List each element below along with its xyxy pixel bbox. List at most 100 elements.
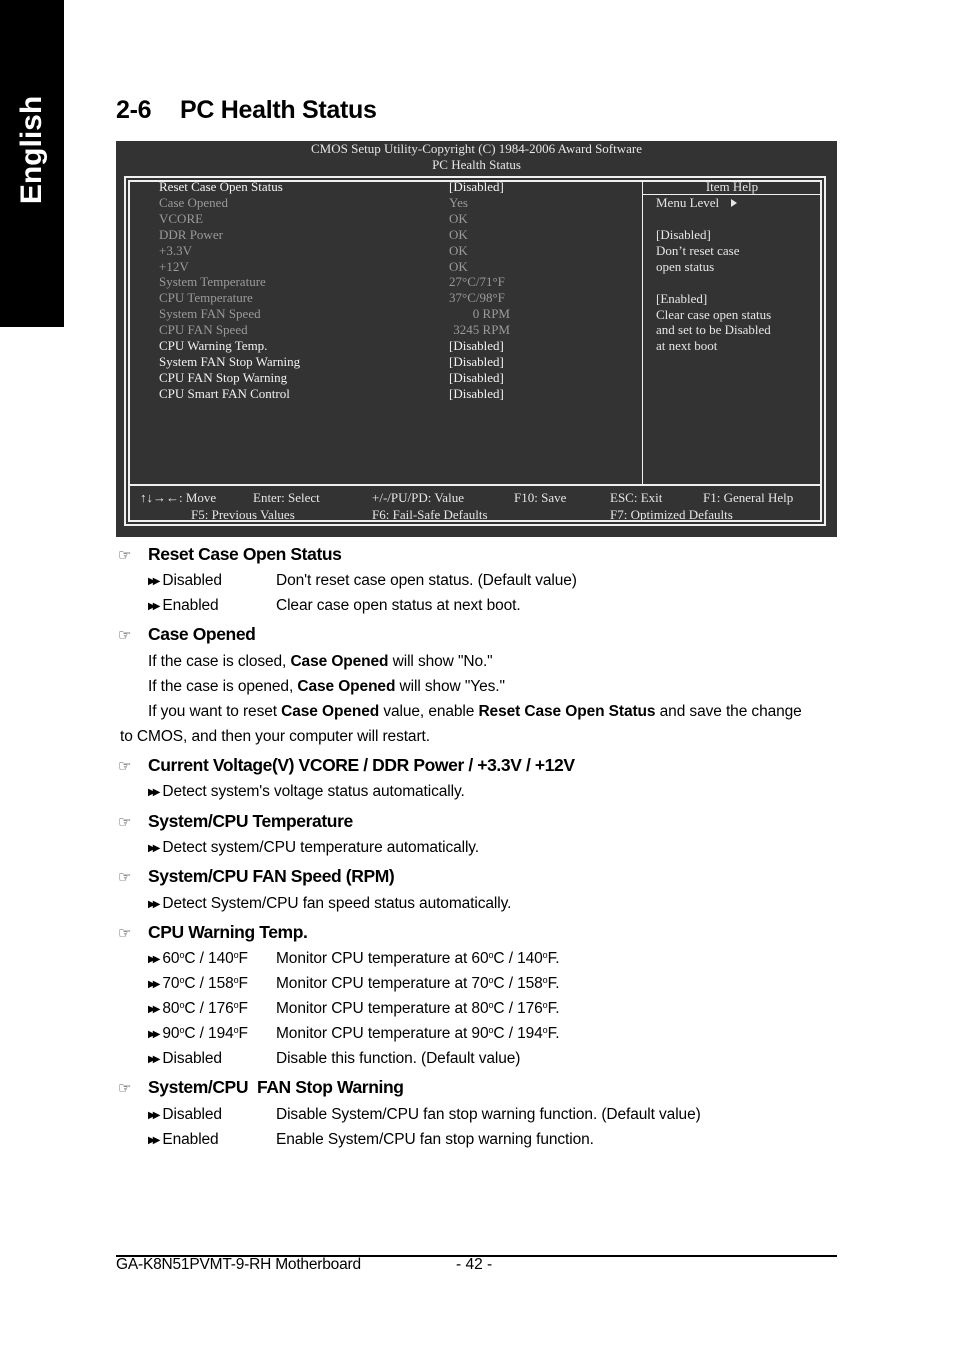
bios-item-value[interactable]: [Disabled] — [449, 338, 554, 354]
bios-item-row[interactable]: +3.3V OK — [159, 243, 519, 259]
bios-item-row[interactable]: System FAN Stop Warning [Disabled] — [159, 354, 519, 370]
bios-item-value: 3245 RPM — [453, 322, 510, 338]
bios-item-label: System FAN Stop Warning — [159, 353, 301, 369]
help-line: at next boot — [656, 338, 718, 354]
double-arrow-icon: ▶▶ — [148, 899, 161, 910]
menu-level: Menu Level — [656, 195, 738, 211]
option-name: Disabled — [162, 1106, 222, 1123]
triangle-right-icon — [731, 199, 738, 207]
option-name: 80oC / 176oF — [162, 1000, 248, 1017]
bios-item-label: +12V — [159, 258, 189, 274]
heading-text: Case Opened — [148, 624, 256, 644]
option-desc: Monitor CPU temperature at 70oC / 158oF. — [276, 975, 560, 992]
bios-item-value[interactable]: [Disabled] — [449, 370, 554, 386]
paragraph-line: to CMOS, and then your computer will res… — [120, 728, 430, 745]
bios-item-row[interactable]: CPU FAN Stop Warning [Disabled] — [159, 370, 519, 386]
option-name: 90oC / 194oF — [162, 1025, 248, 1042]
heading-text: Current Voltage(V) VCORE / DDR Power / +… — [148, 755, 575, 775]
text: If the case is closed, — [148, 653, 291, 670]
side-tab-label: English — [15, 95, 48, 205]
double-arrow-icon: ▶▶ — [148, 1054, 161, 1065]
heading-text: System/CPU FAN Speed (RPM) — [148, 866, 395, 886]
help-line: Don’t reset case — [656, 242, 740, 258]
heading-cpu-warning-temp: ☞ CPU Warning Temp. — [118, 922, 308, 943]
bios-item-row[interactable]: System Temperature 27°C/71°F — [159, 274, 519, 290]
bios-item-value: 27°C/71°F — [449, 274, 505, 290]
pointing-hand-icon: ☞ — [118, 1080, 132, 1097]
bios-item-label: CPU Temperature — [159, 290, 253, 306]
bios-page-title: PC Health Status — [432, 157, 521, 172]
double-arrow-icon: ▶▶ — [148, 954, 161, 965]
pointing-hand-icon: ☞ — [118, 547, 132, 564]
text: value, enable — [379, 703, 479, 720]
paragraph-line: If the case is closed, Case Opened will … — [148, 653, 493, 671]
bios-item-value[interactable]: [Disabled] — [449, 386, 554, 402]
option-desc: Detect system/CPU temperature automatica… — [162, 839, 480, 856]
bios-item-label: CPU Warning Temp. — [159, 338, 268, 353]
footer-move: ↑↓→←: Move — [140, 490, 217, 505]
help-line: [Disabled] — [656, 227, 711, 242]
bios-item-row[interactable]: Case Opened Yes — [159, 195, 519, 211]
bios-item-value: Yes — [449, 194, 468, 210]
bios-item-row[interactable]: CPU FAN Speed 3245 RPM — [159, 322, 519, 338]
bios-item-value: 0 RPM — [472, 306, 510, 322]
bios-item-label: Case Opened — [159, 194, 228, 210]
option-name: Disabled — [162, 1050, 222, 1067]
text: If the case is opened, — [148, 678, 298, 695]
item-help-title: Item Help — [705, 179, 759, 194]
text: and save the change — [655, 703, 802, 720]
text: If you want to reset — [148, 703, 282, 720]
bios-item-row[interactable]: VCORE OK — [159, 211, 519, 227]
option-desc: Don't reset case open status. (Default v… — [276, 572, 577, 589]
bios-item-value: OK — [449, 258, 468, 274]
option-desc: Enable System/CPU fan stop warning funct… — [276, 1131, 594, 1148]
bios-item-row[interactable]: +12V OK — [159, 259, 519, 275]
option-desc: Disable this function. (Default value) — [276, 1050, 521, 1067]
bios-item-row[interactable]: DDR Power OK — [159, 227, 519, 243]
footer-failsafe-defaults: F6: Fail-Safe Defaults — [372, 507, 488, 522]
footer-optimized-defaults: F7: Optimized Defaults — [610, 507, 733, 522]
bios-item-label: DDR Power — [159, 226, 223, 242]
footer-value: +/-/PU/PD: Value — [372, 490, 464, 505]
double-arrow-icon: ▶▶ — [148, 601, 161, 612]
paragraph-line: If the case is opened, Case Opened will … — [148, 678, 505, 696]
text: will show "Yes." — [395, 678, 505, 695]
bios-item-label: Reset Case Open Status — [159, 179, 283, 194]
option-row: ▶▶ Detect System/CPU fan speed status aut… — [148, 895, 511, 913]
bios-item-value: OK — [449, 242, 468, 258]
option-name: Disabled — [162, 572, 222, 589]
option-row: ▶▶ 60oC / 140oF Monitor CPU temperature at… — [148, 950, 560, 968]
double-arrow-icon: ▶▶ — [148, 1004, 161, 1015]
bios-item-value: 37°C/98°F — [449, 290, 505, 306]
help-line: Clear case open status — [656, 306, 772, 322]
bios-item-row[interactable]: System FAN Speed 0 RPM — [159, 306, 519, 322]
footer-general-help: F1: General Help — [703, 490, 794, 505]
heading-text: System/CPU FAN Stop Warning — [148, 1077, 404, 1097]
option-name: Enabled — [162, 597, 219, 614]
bios-item-value[interactable]: [Disabled] — [449, 354, 554, 370]
heading-system-cpu-temperature: ☞ System/CPU Temperature — [118, 811, 353, 832]
help-line: and set to be Disabled — [656, 322, 771, 338]
bold-text: Reset Case Open Status — [478, 703, 656, 720]
help-panel-divider — [642, 180, 643, 485]
heading-case-opened: ☞ Case Opened — [118, 624, 256, 645]
footer-save: F10: Save — [514, 490, 567, 505]
option-desc: Clear case open status at next boot. — [276, 597, 521, 614]
bios-item-value: OK — [449, 210, 468, 226]
bios-item-label: CPU Smart FAN Control — [159, 385, 290, 401]
bios-item-row[interactable]: CPU Temperature 37°C/98°F — [159, 290, 519, 306]
double-arrow-icon: ▶▶ — [148, 1110, 161, 1121]
option-desc: Detect system's voltage status automatic… — [162, 783, 465, 800]
option-row: ▶▶ Enabled Enable System/CPU fan stop war… — [148, 1131, 594, 1149]
bios-item-row[interactable]: CPU Smart FAN Control [Disabled] — [159, 386, 519, 402]
bios-item-label: CPU FAN Stop Warning — [159, 369, 288, 385]
bios-item-row[interactable]: CPU Warning Temp. [Disabled] — [159, 338, 519, 354]
bios-item-value[interactable]: [Disabled] — [449, 179, 554, 195]
option-desc: Monitor CPU temperature at 80oC / 176oF. — [276, 1000, 560, 1017]
pointing-hand-icon: ☞ — [118, 869, 132, 886]
section-number: 2-6 — [116, 96, 152, 124]
option-row: ▶▶ Disabled Don't reset case open status.… — [148, 572, 577, 590]
bios-item-row[interactable]: Reset Case Open Status [Disabled] — [159, 179, 519, 195]
bold-text: Case Opened — [281, 703, 380, 720]
footer-select: Enter: Select — [253, 490, 320, 505]
